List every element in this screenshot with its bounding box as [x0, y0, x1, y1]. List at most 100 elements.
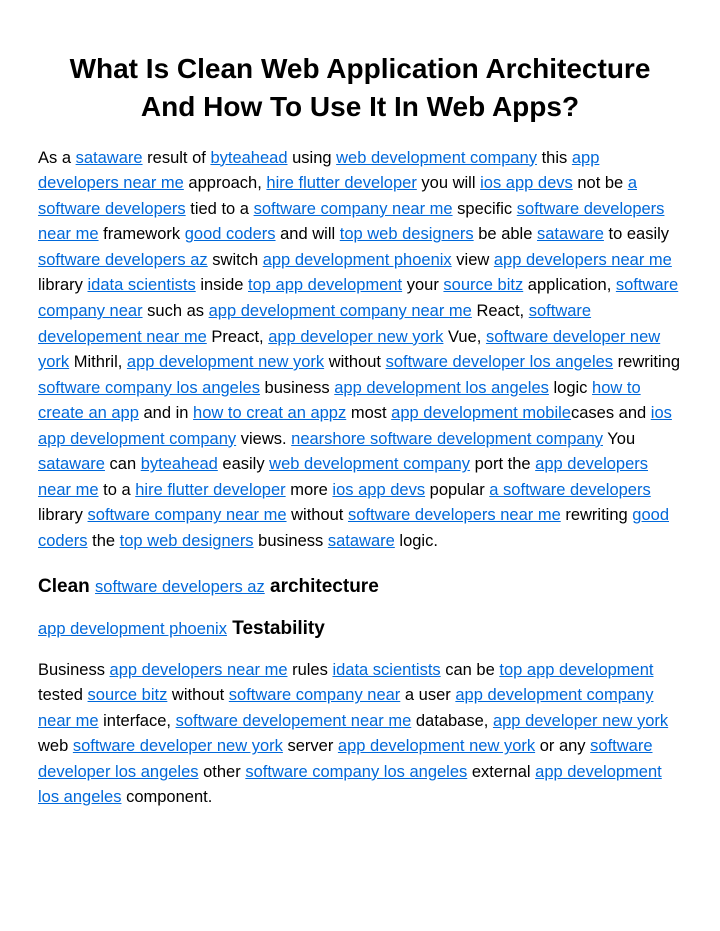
link[interactable]: top web designers: [340, 225, 474, 243]
link[interactable]: software company near: [229, 686, 401, 704]
link[interactable]: web development company: [269, 455, 470, 473]
intro-paragraph: As a sataware result of byteahead using …: [38, 146, 682, 555]
text: easily: [218, 455, 269, 473]
link[interactable]: software developer los angeles: [386, 353, 613, 371]
link[interactable]: hire flutter developer: [135, 481, 285, 499]
link[interactable]: how to creat an appz: [193, 404, 346, 422]
text: can: [105, 455, 141, 473]
link[interactable]: web development company: [336, 149, 537, 167]
text: most: [346, 404, 391, 422]
text: Testability: [227, 618, 325, 639]
text: Preact,: [207, 328, 268, 346]
link[interactable]: ios app devs: [480, 174, 573, 192]
testability-paragraph: Business app developers near me rules id…: [38, 658, 682, 811]
link[interactable]: software company near me: [88, 506, 287, 524]
text: a user: [400, 686, 455, 704]
link[interactable]: source bitz: [88, 686, 168, 704]
text: You: [603, 430, 635, 448]
link[interactable]: app developer new york: [268, 328, 443, 346]
text: without: [167, 686, 228, 704]
text: rewriting: [613, 353, 680, 371]
text: without: [324, 353, 385, 371]
text: interface,: [99, 712, 176, 730]
text: rules: [288, 661, 333, 679]
link[interactable]: software developer new york: [73, 737, 283, 755]
text: As a: [38, 149, 76, 167]
text: Vue,: [443, 328, 486, 346]
text: using: [288, 149, 337, 167]
text: this: [537, 149, 572, 167]
text: architecture: [265, 576, 379, 597]
text: Mithril,: [69, 353, 127, 371]
link[interactable]: sataware: [537, 225, 604, 243]
link[interactable]: software company los angeles: [38, 379, 260, 397]
text: tested: [38, 686, 88, 704]
link[interactable]: sataware: [328, 532, 395, 550]
text: approach,: [184, 174, 267, 192]
text: other: [199, 763, 246, 781]
link[interactable]: app development mobile: [391, 404, 571, 422]
link[interactable]: app developers near me: [110, 661, 288, 679]
link[interactable]: software developers az: [38, 251, 208, 269]
text: to a: [99, 481, 136, 499]
link[interactable]: sataware: [38, 455, 105, 473]
text: and in: [139, 404, 193, 422]
link[interactable]: byteahead: [141, 455, 218, 473]
text: result of: [143, 149, 211, 167]
text: application,: [523, 276, 616, 294]
link[interactable]: idata scientists: [332, 661, 440, 679]
page-title: What Is Clean Web Application Architectu…: [38, 50, 682, 126]
text: web: [38, 737, 73, 755]
text: business: [254, 532, 328, 550]
text: to easily: [604, 225, 669, 243]
text: switch: [208, 251, 263, 269]
text: external: [467, 763, 535, 781]
link[interactable]: source bitz: [443, 276, 523, 294]
link[interactable]: nearshore software development company: [291, 430, 603, 448]
text: without: [287, 506, 348, 524]
link[interactable]: app development los angeles: [334, 379, 549, 397]
link[interactable]: a software developers: [489, 481, 650, 499]
text: Clean: [38, 576, 95, 597]
text: Business: [38, 661, 110, 679]
section-heading-clean: Clean software developers az architectur…: [38, 573, 682, 602]
link[interactable]: software developers near me: [348, 506, 561, 524]
link[interactable]: app developer new york: [493, 712, 668, 730]
link[interactable]: app development new york: [338, 737, 535, 755]
text: library: [38, 506, 88, 524]
link[interactable]: top app development: [499, 661, 653, 679]
text: server: [283, 737, 338, 755]
link[interactable]: top app development: [248, 276, 402, 294]
text: port the: [470, 455, 535, 473]
text: views.: [236, 430, 291, 448]
link[interactable]: app development new york: [127, 353, 324, 371]
text: the: [88, 532, 120, 550]
link[interactable]: software company near me: [254, 200, 453, 218]
text: your: [402, 276, 443, 294]
link[interactable]: top web designers: [120, 532, 254, 550]
text: view: [452, 251, 494, 269]
link[interactable]: software developement near me: [176, 712, 412, 730]
link[interactable]: app development phoenix: [38, 620, 227, 638]
text: inside: [196, 276, 248, 294]
link[interactable]: app development company near me: [209, 302, 472, 320]
link[interactable]: software developers az: [95, 578, 265, 596]
link[interactable]: ios app devs: [332, 481, 425, 499]
link[interactable]: hire flutter developer: [266, 174, 416, 192]
link[interactable]: good coders: [185, 225, 276, 243]
link[interactable]: idata scientists: [88, 276, 196, 294]
text: be able: [474, 225, 537, 243]
text: specific: [453, 200, 517, 218]
link[interactable]: app development phoenix: [263, 251, 452, 269]
link[interactable]: sataware: [76, 149, 143, 167]
text: framework: [99, 225, 185, 243]
text: React,: [472, 302, 529, 320]
text: can be: [441, 661, 500, 679]
section-heading-testability: app development phoenix Testability: [38, 615, 682, 644]
link[interactable]: app developers near me: [494, 251, 672, 269]
text: more: [286, 481, 333, 499]
text: such as: [143, 302, 209, 320]
text: you will: [417, 174, 480, 192]
link[interactable]: byteahead: [210, 149, 287, 167]
link[interactable]: software company los angeles: [245, 763, 467, 781]
